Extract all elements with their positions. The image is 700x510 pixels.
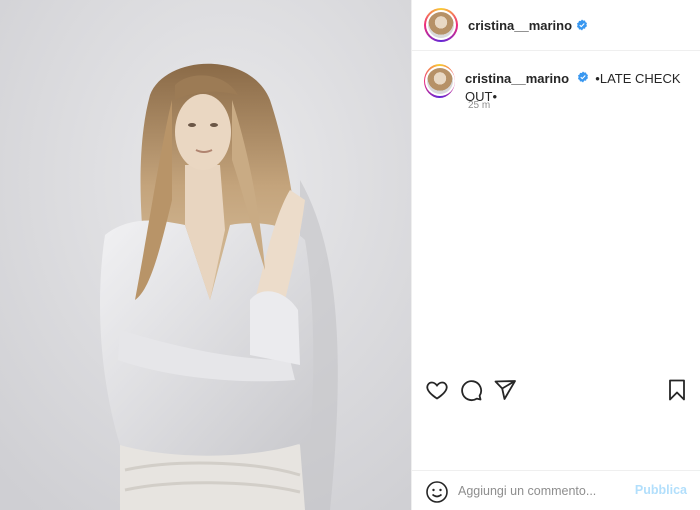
- caption-text: cristina__marino •LATE CHECK OUT•: [465, 64, 694, 106]
- comment-bar: Pubblica: [412, 470, 700, 510]
- bookmark-icon[interactable]: [665, 378, 689, 402]
- post-header: cristina__marino: [412, 0, 700, 51]
- avatar-image: [428, 12, 454, 38]
- caption-row: cristina__marino •LATE CHECK OUT•: [424, 64, 694, 106]
- post-photo-illustration: [0, 0, 411, 510]
- caption-avatar-image: [426, 68, 453, 94]
- caption-avatar-border: [424, 66, 455, 96]
- post-sidebar: cristina__marino cristina__marino •LATE …: [411, 0, 700, 510]
- post-timestamp[interactable]: 25 m: [468, 100, 490, 111]
- comment-input[interactable]: [458, 481, 638, 501]
- emoji-icon[interactable]: [425, 480, 449, 504]
- heart-icon[interactable]: [425, 378, 449, 402]
- header-username[interactable]: cristina__marino: [468, 18, 572, 33]
- action-bar: [412, 374, 700, 406]
- avatar-border: [426, 10, 456, 40]
- avatar[interactable]: [424, 8, 458, 42]
- verified-badge-icon: [576, 19, 588, 31]
- post-photo[interactable]: [0, 0, 411, 510]
- paper-plane-icon[interactable]: [493, 378, 517, 402]
- publish-button[interactable]: Pubblica: [635, 483, 687, 497]
- caption-username[interactable]: cristina__marino: [465, 71, 569, 86]
- verified-badge-icon: [577, 71, 589, 83]
- comment-bubble-icon[interactable]: [459, 378, 483, 402]
- caption-avatar[interactable]: [424, 64, 455, 98]
